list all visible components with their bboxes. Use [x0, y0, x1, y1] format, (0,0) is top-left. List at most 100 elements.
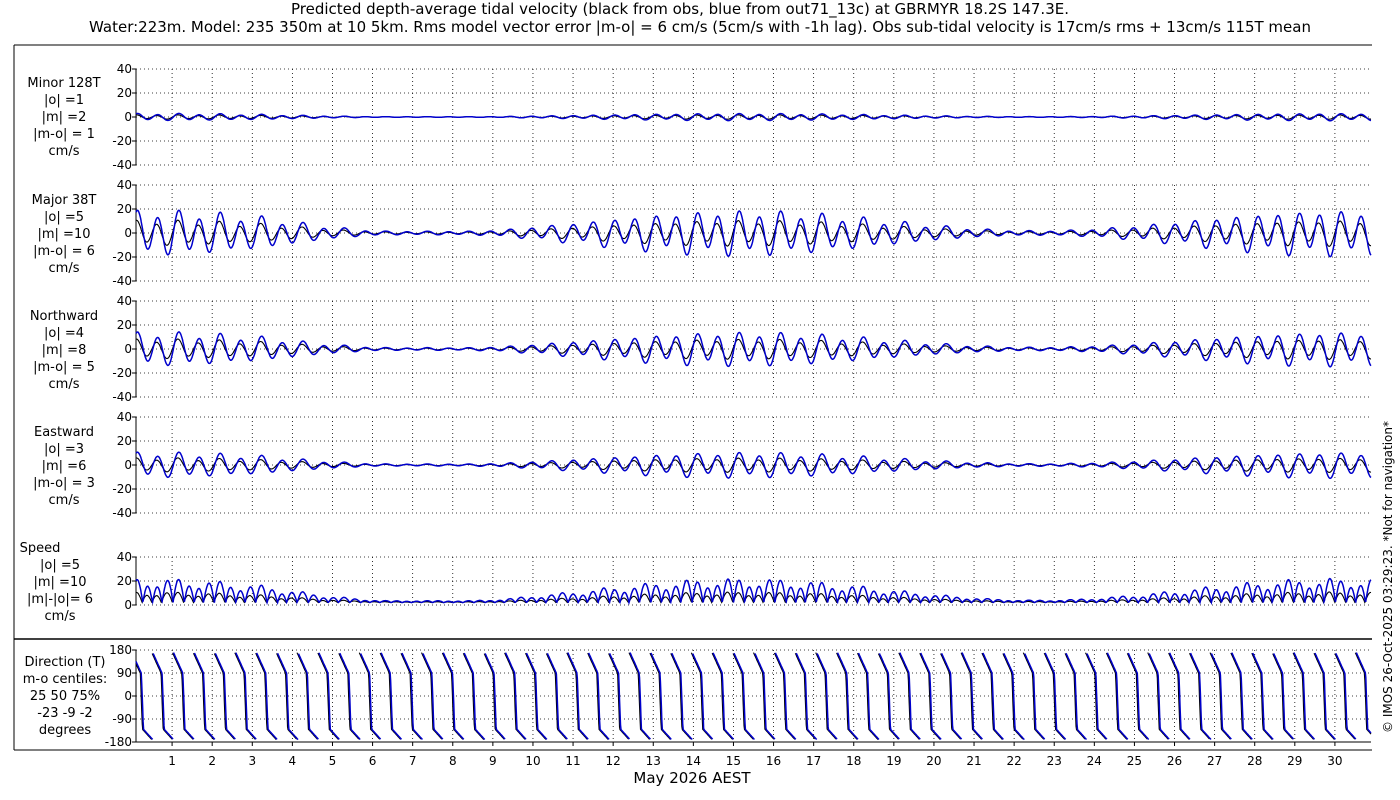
obs-series-line [135, 338, 1372, 360]
obs-direction-line [504, 652, 526, 740]
obs-direction-line [711, 652, 733, 740]
y-tick-label: -40 [112, 506, 132, 520]
label-line: cm/s [48, 493, 80, 508]
label-line: Major 38T [31, 193, 97, 208]
label-line: cm/s [48, 377, 80, 392]
obs-direction-line [545, 653, 567, 740]
y-tick-label: 0 [124, 342, 132, 356]
obs-direction-line [276, 653, 297, 740]
label-line: |m|-|o|= 6 [26, 592, 94, 607]
x-tick-label: 7 [409, 754, 417, 768]
x-tick-label: 9 [489, 754, 497, 768]
y-tick-label: 20 [117, 86, 132, 100]
obs-direction-line [877, 653, 899, 740]
obs-direction-line [379, 652, 401, 740]
obs-direction-line [1209, 652, 1231, 740]
x-tick-label: 27 [1207, 754, 1222, 768]
y-tick-label: 20 [117, 202, 132, 216]
label-line: |m| =10 [37, 227, 91, 242]
x-tick-label: 21 [966, 754, 981, 768]
obs-direction-line [981, 652, 1003, 740]
y-tick-label: -20 [112, 482, 132, 496]
label-line: |o| =5 [43, 210, 84, 225]
label-line: |m-o| = 5 [33, 360, 95, 375]
label-line: |m-o| = 6 [33, 244, 95, 259]
obs-direction-line [1354, 652, 1372, 735]
label-line: -23 -9 -2 [37, 706, 93, 721]
x-tick-label: 29 [1287, 754, 1302, 768]
obs-direction-line [213, 653, 235, 740]
label-line: |o| =5 [39, 558, 80, 573]
x-tick-label: 20 [926, 754, 941, 768]
y-tick-label: -20 [112, 366, 132, 380]
obs-direction-line [483, 653, 505, 740]
obs-direction-line [773, 652, 796, 740]
obs-direction-line [670, 653, 692, 740]
x-tick-label: 2 [208, 754, 216, 768]
x-tick-label: 5 [329, 754, 337, 768]
obs-series-line [135, 457, 1372, 473]
y-tick-label: 20 [117, 434, 132, 448]
x-axis-label-text: May 2026 AEST [633, 769, 751, 787]
x-tick-label: 18 [846, 754, 861, 768]
y-tick-label: 90 [117, 666, 132, 680]
panel-label-north: Northward |o| =4 |m| =8 |m-o| = 5 cm/s [16, 308, 112, 393]
obs-series-line [135, 219, 1372, 247]
x-tick-label: 6 [369, 754, 377, 768]
y-tick-label: 40 [117, 178, 132, 192]
y-tick-label: 40 [117, 62, 132, 76]
obs-direction-line [1334, 653, 1356, 740]
obs-direction-line [172, 652, 194, 740]
copyright-notice: © IMOS 26-Oct-2025 03:29:23. *Not for na… [1381, 421, 1395, 733]
obs-direction-line [255, 652, 277, 740]
y-tick-label: 0 [124, 598, 132, 612]
x-tick-label: 22 [1006, 754, 1021, 768]
label-line: Eastward [33, 425, 95, 440]
panel-label-minor: Minor 128T |o| =1 |m| =2 |m-o| = 1 cm/s [16, 75, 112, 160]
x-axis-label: May 2026 AEST [0, 769, 1400, 787]
x-tick-label: 12 [606, 754, 621, 768]
panel-label-speed: Speed |o| =5 |m| =10 |m|-|o|= 6 cm/s [12, 540, 108, 625]
label-line: cm/s [48, 144, 80, 159]
obs-direction-line [1002, 653, 1024, 740]
label-line: |o| =1 [43, 93, 84, 108]
x-tick-label: 25 [1127, 754, 1142, 768]
model-direction-line [1355, 652, 1372, 734]
obs-direction-line [608, 653, 629, 740]
label-line: 25 50 75% [29, 689, 101, 704]
y-tick-label: -40 [112, 390, 132, 404]
tidal-velocity-chart: -40-2002040-40-2002040-40-2002040-40-200… [13, 44, 1372, 768]
label-line: |m-o| = 3 [33, 476, 95, 491]
y-tick-label: 20 [117, 574, 132, 588]
x-tick-label: 23 [1047, 754, 1062, 768]
label-line: Minor 128T [27, 76, 101, 91]
x-tick-label: 8 [449, 754, 457, 768]
label-line: |o| =3 [43, 442, 84, 457]
obs-direction-line [587, 652, 609, 740]
obs-direction-line [1272, 653, 1294, 740]
x-tick-label: 15 [726, 754, 741, 768]
label-line: |o| =4 [43, 326, 84, 341]
x-tick-label: 26 [1167, 754, 1182, 768]
x-tick-label: 30 [1327, 754, 1342, 768]
y-tick-label: 20 [117, 318, 132, 332]
y-tick-label: -20 [112, 134, 132, 148]
panel-label-major: Major 38T |o| =5 |m| =10 |m-o| = 6 cm/s [16, 192, 112, 277]
label-line: |m| =8 [41, 343, 87, 358]
obs-direction-line [1168, 652, 1190, 740]
y-tick-label: 0 [124, 458, 132, 472]
label-line: |m-o| = 1 [33, 127, 95, 142]
y-tick-label: 40 [117, 294, 132, 308]
y-tick-label: 0 [124, 226, 132, 240]
panel-label-direction: Direction (T) m-o centiles: 25 50 75% -2… [14, 654, 116, 739]
x-tick-label: 13 [646, 754, 661, 768]
x-tick-label: 17 [806, 754, 821, 768]
label-line: cm/s [48, 261, 80, 276]
y-tick-label: -40 [112, 274, 132, 288]
x-tick-label: 11 [565, 754, 580, 768]
x-tick-label: 16 [766, 754, 781, 768]
y-tick-label: 0 [124, 689, 132, 703]
obs-direction-line [338, 653, 360, 740]
panel-label-east: Eastward |o| =3 |m| =6 |m-o| = 3 cm/s [16, 424, 112, 509]
label-line: Speed [19, 541, 61, 556]
